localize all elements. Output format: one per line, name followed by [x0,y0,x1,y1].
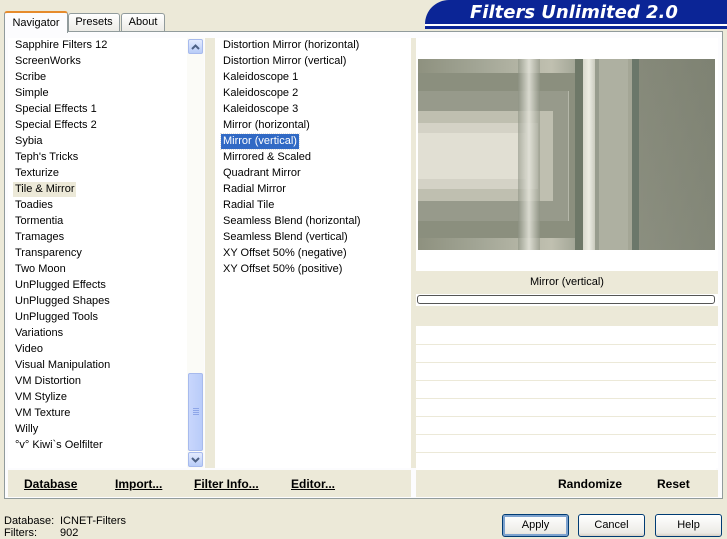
parameter-row [416,327,716,345]
editor-button[interactable]: Editor... [291,477,335,491]
filter-item[interactable]: Kaleidoscope 1 [221,70,300,85]
category-item[interactable]: UnPlugged Effects [13,278,108,293]
filter-info-button[interactable]: Filter Info... [194,477,259,491]
filter-item[interactable]: Mirror (horizontal) [221,118,312,133]
category-item[interactable]: ScreenWorks [13,54,83,69]
scroll-down-button[interactable] [188,452,203,467]
filter-item[interactable]: Kaleidoscope 3 [221,102,300,117]
randomize-button[interactable]: Randomize [558,477,622,491]
list-divider [205,38,215,468]
banner-title: Filters Unlimited 2.0 [470,2,678,23]
filter-item[interactable]: Distortion Mirror (horizontal) [221,38,361,53]
filter-item[interactable]: Mirror (vertical) [220,133,300,150]
filter-item[interactable]: Radial Tile [221,198,276,213]
category-item[interactable]: Teph's Tricks [13,150,80,165]
import-button[interactable]: Import... [115,477,162,491]
category-item[interactable]: Sybia [13,134,45,149]
preview-image [418,59,715,250]
parameter-row [416,417,716,435]
category-item[interactable]: Texturize [13,166,61,181]
filter-item[interactable]: Seamless Blend (horizontal) [221,214,363,229]
category-item[interactable]: Special Effects 2 [13,118,99,133]
parameter-row [416,363,716,381]
database-button[interactable]: Database [24,477,77,491]
category-item[interactable]: Tile & Mirror [13,182,77,197]
category-item[interactable]: Simple [13,86,51,101]
category-item[interactable]: Two Moon [13,262,68,277]
scroll-up-button[interactable] [188,39,203,54]
chevron-down-icon [191,456,200,463]
filter-item[interactable]: Seamless Blend (vertical) [221,230,350,245]
category-item[interactable]: VM Stylize [13,390,69,405]
filter-item[interactable]: Kaleidoscope 2 [221,86,300,101]
status-database-label: Database: [4,515,55,527]
filter-item[interactable]: Mirrored & Scaled [221,150,313,165]
category-item[interactable]: Tramages [13,230,66,245]
help-button[interactable]: Help [655,514,722,537]
cancel-button[interactable]: Cancel [578,514,645,537]
filter-item[interactable]: XY Offset 50% (positive) [221,262,344,277]
tab-presets[interactable]: Presets [68,13,120,31]
category-item[interactable]: °v° Kiwi`s Oelfilter [13,438,105,453]
filter-item[interactable]: Distortion Mirror (vertical) [221,54,348,69]
category-item[interactable]: Toadies [13,198,55,213]
tab-about[interactable]: About [121,13,165,31]
status-database-value: ICNET-Filters [60,515,126,527]
parameter-row [416,435,716,453]
category-item[interactable]: Variations [13,326,65,341]
category-item[interactable]: Special Effects 1 [13,102,99,117]
parameter-row [416,399,716,417]
parameter-row [416,381,716,399]
category-item[interactable]: Tormentia [13,214,65,229]
preview-filter-name: Mirror (vertical) [416,271,718,294]
filter-item[interactable]: Quadrant Mirror [221,166,303,181]
parameter-row [416,345,716,363]
parameter-area [416,306,718,326]
reset-button[interactable]: Reset [657,477,690,491]
category-item[interactable]: UnPlugged Shapes [13,294,112,309]
filter-item[interactable]: Radial Mirror [221,182,288,197]
category-item[interactable]: Video [13,342,45,357]
status-filters-label: Filters: [4,527,37,539]
category-item[interactable]: Sapphire Filters 12 [13,38,109,53]
tab-navigator[interactable]: Navigator [4,11,68,33]
progress-bar [417,295,715,304]
status-filters-value: 902 [60,527,79,539]
category-item[interactable]: VM Texture [13,406,72,421]
category-item[interactable]: Visual Manipulation [13,358,112,373]
chevron-up-icon [191,43,200,50]
category-item[interactable]: Transparency [13,246,84,261]
category-item[interactable]: VM Distortion [13,374,83,389]
parameter-row [416,453,716,471]
apply-button[interactable]: Apply [502,514,569,537]
scrollbar-thumb[interactable] [188,373,203,451]
filter-item[interactable]: XY Offset 50% (negative) [221,246,349,261]
category-item[interactable]: Scribe [13,70,48,85]
category-item[interactable]: Willy [13,422,40,437]
category-item[interactable]: UnPlugged Tools [13,310,100,325]
